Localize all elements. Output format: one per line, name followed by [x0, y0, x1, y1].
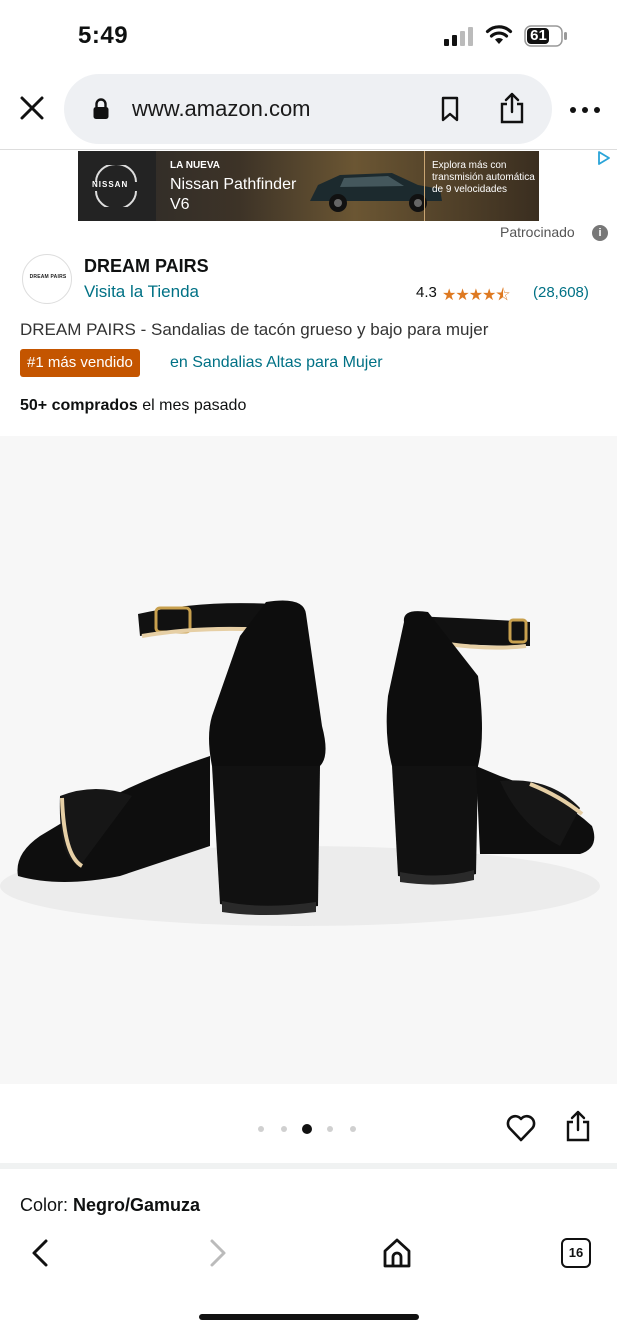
battery-icon: 61 — [524, 25, 568, 47]
more-options-icon[interactable] — [568, 106, 602, 114]
adchoices-icon[interactable] — [596, 150, 612, 166]
star-rating-icon[interactable]: ★★★★⯪ — [442, 284, 511, 311]
color-value: Negro/Gamuza — [73, 1195, 201, 1215]
product-image[interactable] — [0, 436, 617, 1084]
home-indicator — [199, 1314, 419, 1320]
ad-banner[interactable]: NISSAN LA NUEVA Nissan Pathfinder V6 Exp… — [78, 151, 539, 221]
back-icon[interactable] — [28, 1237, 52, 1269]
lock-icon — [93, 98, 109, 119]
share-icon[interactable] — [564, 1110, 592, 1142]
home-icon[interactable] — [382, 1237, 412, 1269]
ad-promo: Explora más con transmisión automática d… — [432, 160, 535, 195]
carousel-dot[interactable] — [350, 1126, 356, 1132]
share-icon[interactable] — [498, 92, 526, 124]
browser-bottom-nav: 16 — [0, 1225, 617, 1333]
battery-level: 61 — [530, 27, 547, 44]
store-logo[interactable]: DREAM PAIRS — [22, 254, 72, 304]
tabs-button[interactable]: 16 — [561, 1238, 591, 1268]
product-title: DREAM PAIRS - Sandalias de tacón grueso … — [20, 320, 489, 339]
browser-toolbar: www.amazon.com — [0, 70, 617, 150]
purchase-count-rest: el mes pasado — [137, 397, 247, 414]
car-image — [310, 173, 442, 212]
bookmark-icon[interactable] — [440, 96, 460, 122]
info-icon[interactable]: i — [592, 225, 608, 241]
cellular-signal-icon — [444, 27, 473, 46]
ad-brand: NISSAN — [92, 180, 129, 189]
purchase-count: 50+ comprados el mes pasado — [20, 397, 246, 415]
section-divider — [0, 1163, 617, 1169]
carousel-dot[interactable] — [281, 1126, 287, 1132]
status-bar: 5:49 61 — [0, 0, 617, 70]
best-seller-badge[interactable]: #1 más vendido — [20, 349, 140, 377]
status-time: 5:49 — [78, 22, 129, 49]
carousel-dot[interactable] — [327, 1126, 333, 1132]
color-selection: Color: Negro/Gamuza — [20, 1195, 200, 1216]
close-icon[interactable] — [18, 94, 46, 122]
store-name: DREAM PAIRS — [84, 256, 209, 276]
rating-count-link[interactable]: (28,608) — [533, 284, 589, 301]
heart-icon[interactable] — [506, 1114, 536, 1142]
ad-divider — [424, 151, 425, 221]
url-text: www.amazon.com — [132, 96, 311, 121]
rating-value: 4.3 — [416, 284, 437, 301]
carousel-dot-active[interactable] — [302, 1124, 312, 1134]
address-bar[interactable]: www.amazon.com — [64, 74, 552, 144]
forward-icon[interactable] — [206, 1237, 230, 1269]
best-seller-category-link[interactable]: en Sandalias Altas para Mujer — [170, 354, 383, 372]
wifi-icon — [485, 25, 513, 44]
sandals-image — [0, 600, 600, 926]
purchase-count-strong: 50+ comprados — [20, 397, 138, 414]
ad-model: Nissan Pathfinder V6 — [170, 176, 297, 213]
nissan-logo: NISSAN — [78, 151, 156, 221]
carousel-dots[interactable] — [252, 1123, 372, 1135]
visit-store-link[interactable]: Visita la Tienda — [84, 282, 199, 302]
color-label: Color: — [20, 1195, 74, 1215]
image-carousel-controls — [0, 1084, 617, 1164]
sponsored-label: Patrocinado — [500, 224, 575, 240]
ad-tag: LA NUEVA — [170, 160, 220, 171]
right-sandal — [386, 611, 595, 885]
store-logo-text: DREAM PAIRS — [29, 274, 67, 280]
carousel-dot[interactable] — [258, 1126, 264, 1132]
